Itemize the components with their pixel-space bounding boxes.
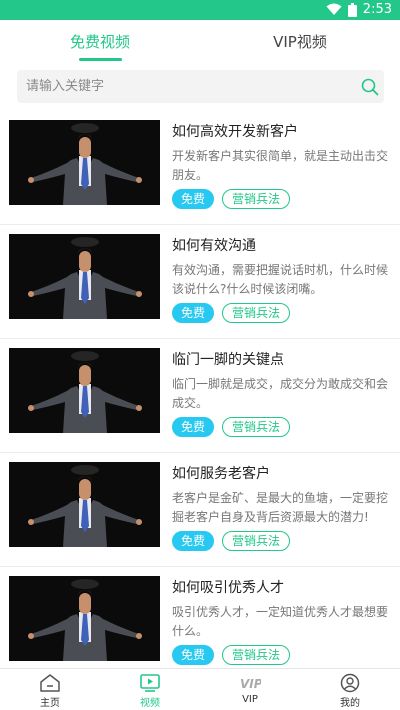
status-bar: 2:53	[0, 0, 400, 20]
active-tab-indicator	[79, 58, 122, 61]
wifi-icon	[326, 3, 342, 16]
video-item[interactable]: 如何服务老客户 老客户是金矿、是最大的鱼塘，一定要挖掘老客户自身及背后资源最大的…	[0, 453, 400, 567]
search-input[interactable]: 请输入关键字	[17, 70, 384, 103]
tab-vip-videos[interactable]: VIP视频	[200, 20, 400, 64]
bottom-navigation: 主页 视频 VIP VIP 我的	[0, 668, 400, 710]
nav-home[interactable]: 主页	[0, 669, 100, 710]
category-tag[interactable]: 营销兵法	[222, 417, 290, 437]
profile-icon	[339, 673, 361, 693]
video-title: 如何吸引优秀人才	[172, 580, 284, 596]
video-item[interactable]: 临门一脚的关键点 临门一脚就是成交，成交分为敢成交和会成交。 免费 营销兵法	[0, 339, 400, 453]
video-thumbnail[interactable]	[9, 120, 160, 205]
free-badge: 免费	[172, 531, 214, 551]
video-description: 临门一脚就是成交，成交分为敢成交和会成交。	[172, 377, 389, 410]
video-thumbnail[interactable]	[9, 576, 160, 661]
vip-icon: VIP	[239, 673, 263, 693]
nav-video-label: 视频	[140, 698, 160, 709]
home-icon	[39, 673, 61, 693]
video-title: 临门一脚的关键点	[172, 352, 284, 368]
video-tabs: 免费视频 VIP视频	[0, 20, 400, 64]
free-badge: 免费	[172, 303, 214, 323]
nav-vip[interactable]: VIP VIP	[200, 669, 300, 710]
video-title: 如何有效沟通	[172, 238, 256, 254]
svg-text:VIP: VIP	[240, 677, 261, 691]
nav-video[interactable]: 视频	[100, 669, 200, 710]
free-badge: 免费	[172, 417, 214, 437]
search-placeholder: 请输入关键字	[26, 79, 105, 94]
status-time: 2:53	[362, 2, 392, 17]
nav-profile-label: 我的	[340, 698, 360, 709]
nav-vip-label: VIP	[242, 694, 258, 705]
nav-profile[interactable]: 我的	[300, 669, 400, 710]
category-tag[interactable]: 营销兵法	[222, 189, 290, 209]
video-description: 有效沟通，需要把握说话时机，什么时候该说什么?什么时候该闭嘴。	[172, 263, 389, 296]
video-title: 如何高效开发新客户	[172, 124, 298, 140]
nav-home-label: 主页	[40, 698, 60, 709]
video-description: 老客户是金矿、是最大的鱼塘，一定要挖掘老客户自身及背后资源最大的潜力!	[172, 491, 389, 524]
video-title: 如何服务老客户	[172, 466, 270, 482]
category-tag[interactable]: 营销兵法	[222, 531, 290, 551]
video-thumbnail[interactable]	[9, 462, 160, 547]
category-tag[interactable]: 营销兵法	[222, 645, 290, 665]
video-thumbnail[interactable]	[9, 234, 160, 319]
search-icon[interactable]	[361, 78, 379, 100]
video-item[interactable]: 如何高效开发新客户 开发新客户其实很简单，就是主动出击交朋友。 免费 营销兵法	[0, 111, 400, 225]
video-description: 吸引优秀人才，一定知道优秀人才最想要什么。	[172, 605, 389, 638]
video-list: 如何高效开发新客户 开发新客户其实很简单，就是主动出击交朋友。 免费 营销兵法 …	[0, 111, 400, 668]
category-tag[interactable]: 营销兵法	[222, 303, 290, 323]
free-badge: 免费	[172, 645, 214, 665]
video-item[interactable]: 如何吸引优秀人才 吸引优秀人才，一定知道优秀人才最想要什么。 免费 营销兵法	[0, 567, 400, 668]
free-badge: 免费	[172, 189, 214, 209]
video-thumbnail[interactable]	[9, 348, 160, 433]
battery-icon	[347, 2, 357, 17]
video-icon	[139, 673, 161, 693]
video-item[interactable]: 如何有效沟通 有效沟通，需要把握说话时机，什么时候该说什么?什么时候该闭嘴。 免…	[0, 225, 400, 339]
video-description: 开发新客户其实很简单，就是主动出击交朋友。	[172, 149, 389, 182]
